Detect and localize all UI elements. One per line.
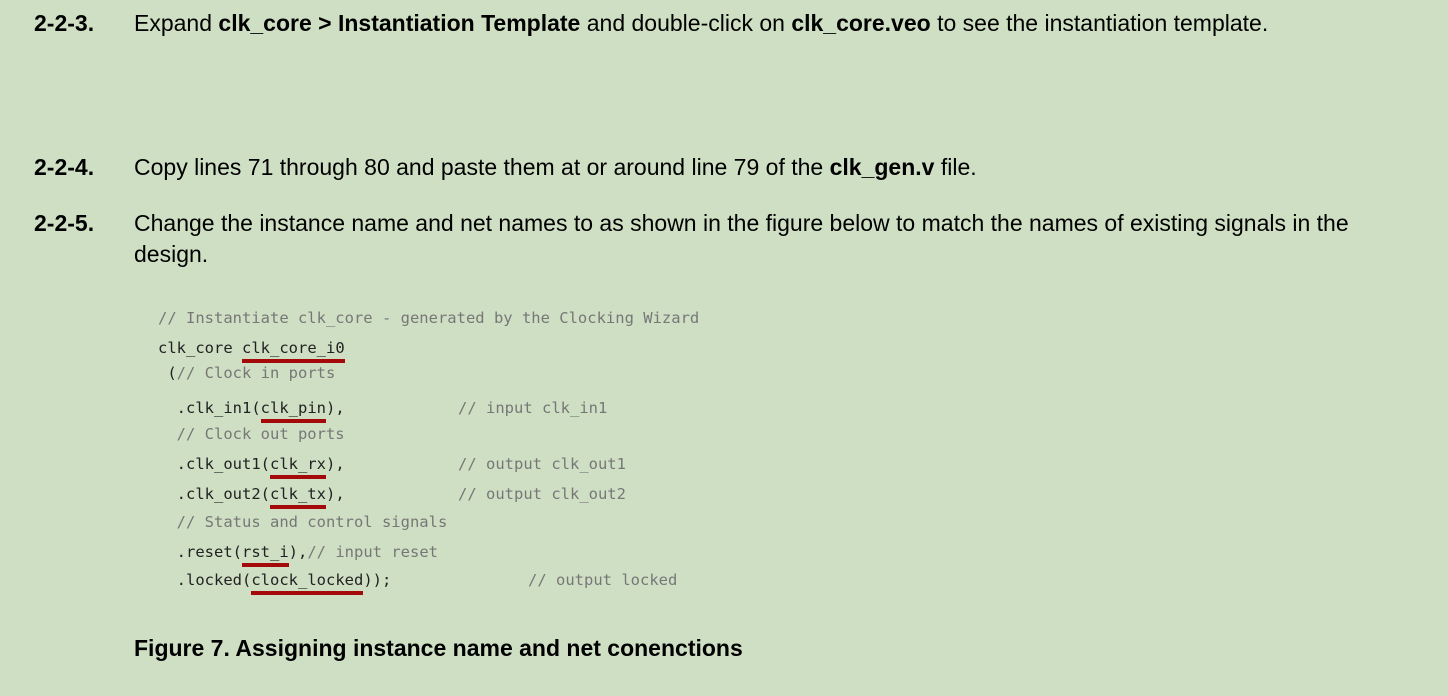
net-name-underlined: clk_tx bbox=[269, 485, 326, 509]
text-run-bold: clk_core > Instantiation Template bbox=[218, 10, 581, 36]
net-name-underlined: clk_pin bbox=[260, 399, 327, 423]
code-punct: ), bbox=[325, 455, 345, 473]
port-name: .locked( bbox=[158, 571, 252, 589]
code-line-locked: .locked(clock_locked)); // output locked bbox=[158, 570, 677, 595]
module-name: clk_core bbox=[158, 339, 242, 357]
step-text: Change the instance name and net names t… bbox=[134, 208, 1424, 270]
figure-caption: Figure 7. Assigning instance name and ne… bbox=[134, 635, 743, 661]
code-line-clk-out2: .clk_out2(clk_tx), // output clk_out2 bbox=[158, 484, 626, 509]
code-line-instance: clk_core clk_core_i0 bbox=[158, 338, 345, 363]
code-paren: ( bbox=[158, 364, 177, 382]
port-name: .clk_in1( bbox=[158, 399, 261, 417]
code-line-reset: .reset(rst_i),// input reset bbox=[158, 542, 438, 567]
step-text: Expand clk_core > Instantiation Template… bbox=[134, 8, 1424, 39]
port-name: .reset( bbox=[158, 543, 242, 561]
step-number: 2-2-3. bbox=[34, 10, 95, 36]
code-line-comment: // Instantiate clk_core - generated by t… bbox=[158, 309, 700, 327]
code-comment: // output locked bbox=[528, 571, 678, 589]
step-number: 2-2-4. bbox=[34, 154, 95, 180]
text-run: Expand bbox=[134, 10, 219, 36]
code-line-comment: // Status and control signals bbox=[158, 513, 448, 531]
text-run: Change the instance name and net names t… bbox=[134, 210, 1349, 267]
instance-name-underlined: clk_core_i0 bbox=[242, 339, 345, 363]
code-comment: // input reset bbox=[307, 543, 438, 561]
code-comment: // input clk_in1 bbox=[458, 399, 608, 417]
code-punct: ), bbox=[325, 399, 345, 417]
code-line-clk-out1: .clk_out1(clk_rx), // output clk_out1 bbox=[158, 454, 626, 479]
code-punct: ), bbox=[288, 543, 308, 561]
text-run: file. bbox=[934, 154, 977, 180]
port-name: .clk_out2( bbox=[158, 485, 270, 503]
net-name-underlined: clock_locked bbox=[251, 571, 364, 595]
port-name: .clk_out1( bbox=[158, 455, 270, 473]
text-run-bold: clk_core.veo bbox=[791, 10, 931, 36]
step-text: Copy lines 71 through 80 and paste them … bbox=[134, 152, 1424, 183]
code-comment: // Clock in ports bbox=[176, 364, 336, 382]
text-run-bold: clk_gen.v bbox=[829, 154, 935, 180]
code-comment: // output clk_out2 bbox=[458, 485, 626, 503]
code-punct: )); bbox=[363, 571, 392, 589]
text-run: and double-click on bbox=[580, 10, 792, 36]
text-run: Copy lines 71 through 80 and paste them … bbox=[134, 154, 830, 180]
code-line-clk-in1: .clk_in1(clk_pin), // input clk_in1 bbox=[158, 398, 607, 423]
code-line: (// Clock in ports bbox=[158, 363, 335, 383]
net-name-underlined: clk_rx bbox=[269, 455, 326, 479]
code-comment: // output clk_out1 bbox=[458, 455, 626, 473]
text-run: to see the instantiation template. bbox=[930, 10, 1269, 36]
code-line-comment: // Clock out ports bbox=[158, 425, 345, 443]
step-number: 2-2-5. bbox=[34, 210, 95, 236]
net-name-underlined: rst_i bbox=[242, 543, 289, 567]
code-punct: ), bbox=[325, 485, 345, 503]
